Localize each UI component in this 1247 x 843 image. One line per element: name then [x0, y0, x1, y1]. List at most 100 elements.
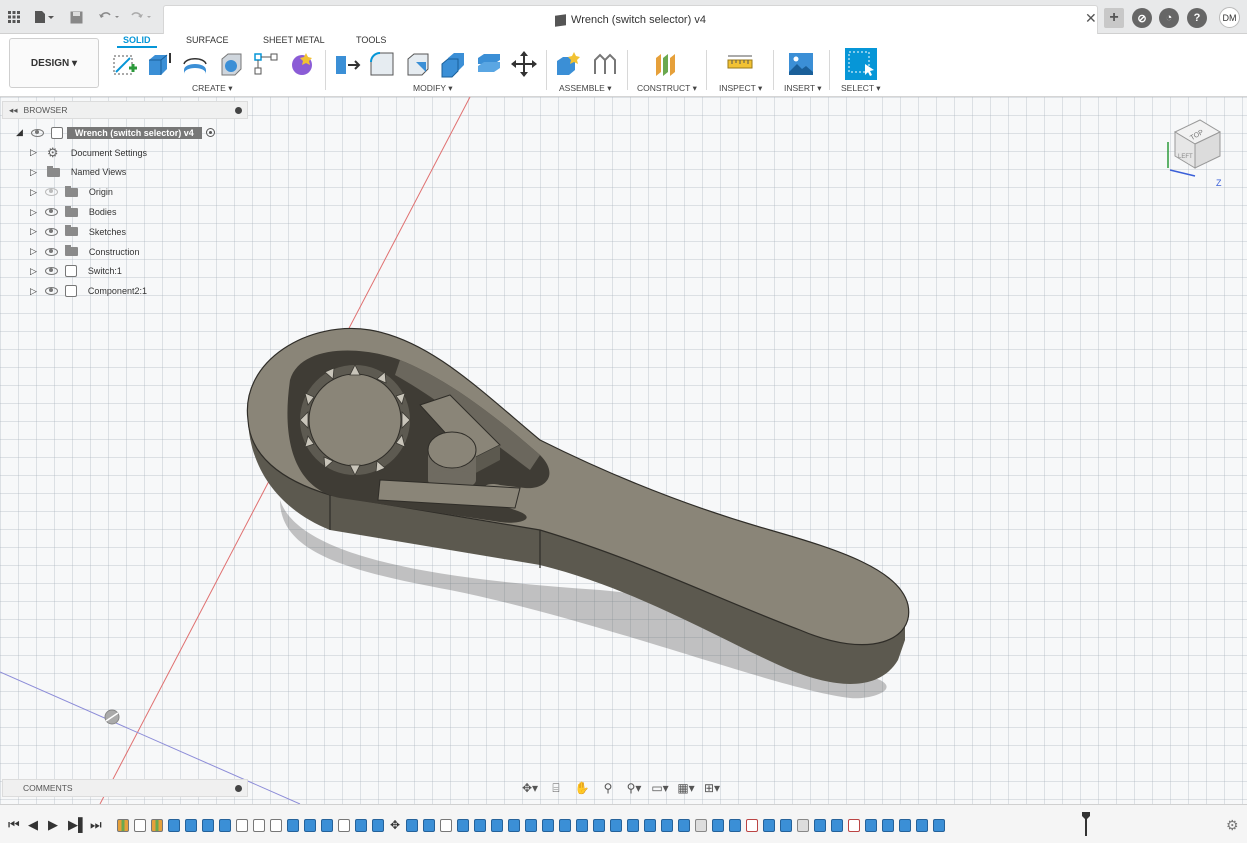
- pin-icon[interactable]: [235, 106, 242, 114]
- display-settings-icon[interactable]: ▭▾: [650, 780, 670, 796]
- timeline-feature[interactable]: [321, 818, 333, 832]
- timeline-feature[interactable]: [933, 818, 945, 832]
- expand-arrow-icon[interactable]: ▷: [30, 246, 37, 257]
- offset-plane-icon[interactable]: [652, 50, 680, 78]
- timeline-feature[interactable]: [678, 818, 690, 832]
- help-icon[interactable]: ?: [1187, 8, 1207, 28]
- timeline-feature[interactable]: [814, 818, 826, 832]
- timeline-feature[interactable]: [253, 818, 265, 832]
- tab-surface[interactable]: SURFACE: [180, 34, 235, 48]
- revolve-icon[interactable]: [181, 50, 209, 78]
- timeline-play-icon[interactable]: ▶: [48, 817, 58, 833]
- insert-image-icon[interactable]: [787, 50, 815, 78]
- timeline-feature[interactable]: [610, 818, 622, 832]
- assemble-group-label[interactable]: ASSEMBLE ▾: [559, 83, 611, 94]
- extrude-icon[interactable]: [145, 50, 173, 78]
- timeline-feature[interactable]: [338, 818, 350, 832]
- timeline-feature[interactable]: [542, 818, 554, 832]
- save-icon[interactable]: [67, 8, 85, 26]
- browser-item[interactable]: ▷ Named Views: [2, 163, 248, 183]
- move-copy-icon[interactable]: [510, 50, 538, 78]
- shell-modify-icon[interactable]: [439, 50, 467, 78]
- timeline-feature[interactable]: [746, 818, 758, 832]
- timeline-feature[interactable]: [355, 818, 367, 832]
- expand-arrow-icon[interactable]: ▷: [30, 266, 37, 277]
- visibility-eye-icon[interactable]: [44, 208, 58, 217]
- timeline-feature[interactable]: [508, 818, 520, 832]
- timeline-prev-icon[interactable]: ◀: [28, 817, 38, 833]
- timeline-feature[interactable]: [695, 818, 707, 832]
- redo-icon[interactable]: [127, 8, 155, 26]
- timeline-track[interactable]: ✥: [117, 814, 1087, 836]
- timeline-feature[interactable]: [899, 818, 911, 832]
- timeline-feature[interactable]: [593, 818, 605, 832]
- pin-icon[interactable]: [235, 784, 242, 792]
- timeline-feature[interactable]: [270, 818, 282, 832]
- rectangular-pattern-icon[interactable]: [252, 50, 280, 78]
- browser-item[interactable]: ▷ Construction: [2, 242, 248, 262]
- user-avatar[interactable]: DM: [1219, 7, 1240, 28]
- browser-item[interactable]: ▷ Sketches: [2, 222, 248, 242]
- timeline-move-icon[interactable]: ✥: [389, 819, 401, 832]
- expand-arrow-icon[interactable]: ▷: [30, 286, 37, 297]
- combine-icon[interactable]: [475, 50, 503, 78]
- timeline-feature[interactable]: [763, 818, 775, 832]
- new-component-icon[interactable]: [554, 50, 582, 78]
- workspace-dropdown[interactable]: DESIGN ▾: [9, 38, 99, 88]
- expand-arrow-icon[interactable]: ▷: [30, 207, 37, 218]
- view-cube[interactable]: TOP LEFT Z: [1160, 112, 1230, 192]
- timeline-feature[interactable]: [797, 818, 809, 832]
- visibility-eye-icon[interactable]: [44, 227, 58, 236]
- viewports-icon[interactable]: ⊞▾: [702, 780, 722, 796]
- tab-solid[interactable]: SOLID: [117, 34, 157, 48]
- timeline-feature[interactable]: [780, 818, 792, 832]
- timeline-next-icon[interactable]: ▶▌: [68, 817, 87, 833]
- timeline-feature[interactable]: [916, 818, 928, 832]
- new-tab-icon[interactable]: +: [1104, 8, 1124, 28]
- press-pull-icon[interactable]: [333, 50, 361, 78]
- timeline-feature[interactable]: [576, 818, 588, 832]
- timeline-feature[interactable]: [661, 818, 673, 832]
- timeline-feature[interactable]: [882, 818, 894, 832]
- timeline-feature[interactable]: [372, 818, 384, 832]
- document-tab[interactable]: Wrench (switch selector) v4: [163, 5, 1098, 34]
- expand-arrow-icon[interactable]: ▷: [30, 167, 37, 178]
- visibility-eye-icon[interactable]: [44, 267, 58, 276]
- look-at-icon[interactable]: ⌸: [546, 780, 566, 796]
- timeline-feature[interactable]: [457, 818, 469, 832]
- expand-root-icon[interactable]: ◢: [16, 127, 23, 138]
- expand-arrow-icon[interactable]: ▷: [30, 187, 37, 198]
- job-status-icon[interactable]: ◔: [1159, 8, 1179, 28]
- extensions-icon[interactable]: ⊘: [1132, 8, 1152, 28]
- timeline-feature[interactable]: [729, 818, 741, 832]
- visibility-eye-icon[interactable]: [44, 188, 58, 197]
- app-grid-icon[interactable]: [6, 8, 22, 26]
- collapse-browser-icon[interactable]: ◂◂: [9, 105, 18, 116]
- timeline-start-icon[interactable]: ⏮: [8, 817, 20, 833]
- timeline-feature[interactable]: [627, 818, 639, 832]
- close-tab-icon[interactable]: ✕: [1085, 10, 1097, 27]
- timeline-feature[interactable]: [491, 818, 503, 832]
- construct-group-label[interactable]: CONSTRUCT ▾: [637, 83, 697, 94]
- grid-settings-icon[interactable]: ▦▾: [676, 780, 696, 796]
- timeline-feature[interactable]: [525, 818, 537, 832]
- expand-arrow-icon[interactable]: ▷: [30, 226, 37, 237]
- inspect-group-label[interactable]: INSPECT ▾: [719, 83, 762, 94]
- browser-item[interactable]: ▷ Component2:1: [2, 281, 248, 301]
- visibility-eye-icon[interactable]: [30, 128, 44, 137]
- timeline-feature[interactable]: [848, 818, 860, 832]
- tab-tools[interactable]: TOOLS: [350, 34, 392, 48]
- browser-item[interactable]: ▷ ⚙ Document Settings: [2, 143, 248, 163]
- timeline-feature[interactable]: [168, 818, 180, 832]
- timeline-feature[interactable]: [644, 818, 656, 832]
- browser-header[interactable]: ◂◂ BROWSER: [2, 101, 248, 119]
- modify-group-label[interactable]: MODIFY ▾: [413, 83, 453, 94]
- comments-panel[interactable]: COMMENTS: [2, 779, 248, 797]
- browser-item[interactable]: ▷ Origin: [2, 182, 248, 202]
- visibility-eye-icon[interactable]: [44, 247, 58, 256]
- measure-icon[interactable]: [726, 50, 754, 78]
- timeline-feature[interactable]: [287, 818, 299, 832]
- comments-header[interactable]: COMMENTS: [2, 779, 248, 797]
- timeline-feature[interactable]: [219, 818, 231, 832]
- timeline-feature[interactable]: [117, 818, 129, 832]
